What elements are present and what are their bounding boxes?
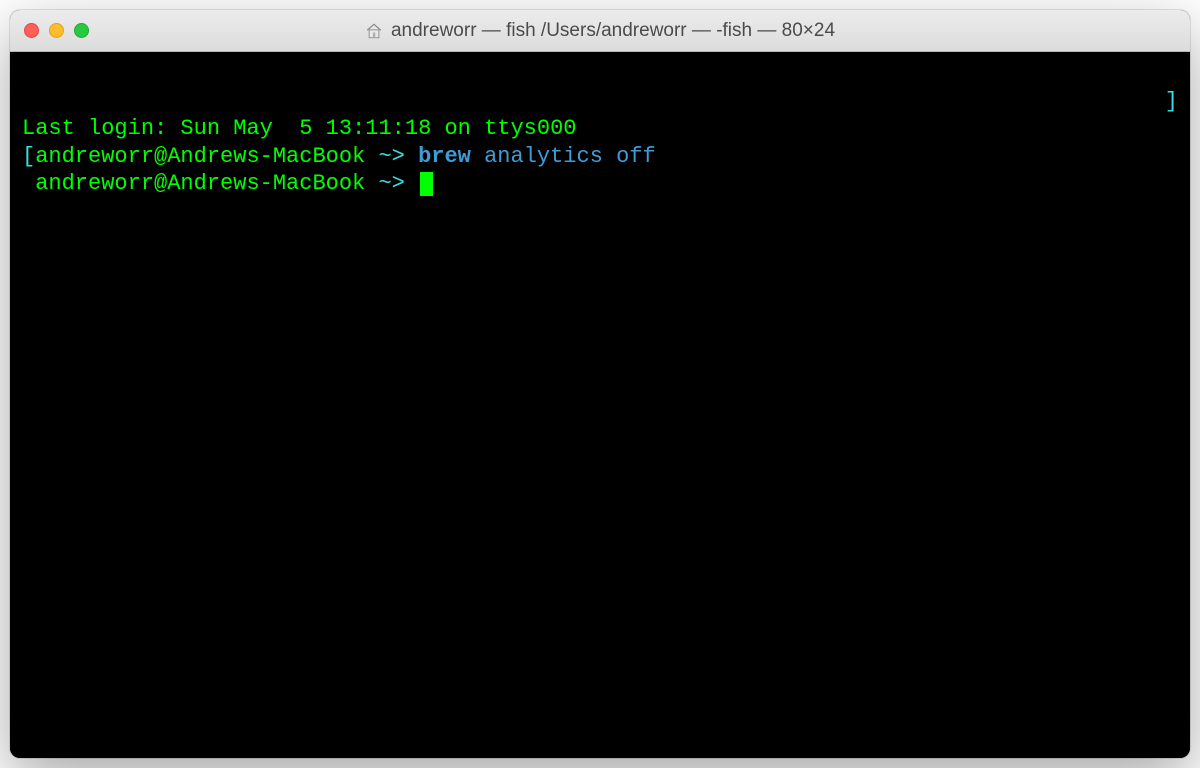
window-title-text: andreworr — fish /Users/andreworr — -fis… [391, 20, 835, 42]
zoom-button[interactable] [74, 23, 89, 38]
home-icon [365, 22, 383, 40]
terminal-text: ~> [365, 144, 418, 169]
window-title: andreworr — fish /Users/andreworr — -fis… [10, 20, 1190, 42]
terminal-text: [ [22, 144, 35, 169]
cursor [420, 172, 433, 196]
terminal-text [471, 144, 484, 169]
terminal-line: andreworr@Andrews-MacBook ~> [22, 170, 1178, 198]
terminal-line: Last login: Sun May 5 13:11:18 on ttys00… [22, 115, 1178, 143]
terminal-text: brew [418, 144, 471, 169]
minimize-button[interactable] [49, 23, 64, 38]
window-titlebar: andreworr — fish /Users/andreworr — -fis… [10, 10, 1190, 52]
terminal-text: andreworr@Andrews-MacBook [35, 171, 365, 196]
close-button[interactable] [24, 23, 39, 38]
terminal-window: andreworr — fish /Users/andreworr — -fis… [10, 10, 1190, 758]
terminal-text [22, 171, 35, 196]
terminal-line: [andreworr@Andrews-MacBook ~> brew analy… [22, 143, 1178, 171]
terminal-text: analytics off [484, 144, 656, 169]
terminal-text: ~> [365, 171, 418, 196]
terminal-text: andreworr@Andrews-MacBook [35, 144, 365, 169]
prompt-right-bracket: ] [1165, 88, 1178, 116]
terminal-text: Last login: Sun May 5 13:11:18 on ttys00… [22, 116, 577, 141]
terminal-body[interactable]: Last login: Sun May 5 13:11:18 on ttys00… [10, 52, 1190, 758]
traffic-lights [24, 23, 89, 38]
